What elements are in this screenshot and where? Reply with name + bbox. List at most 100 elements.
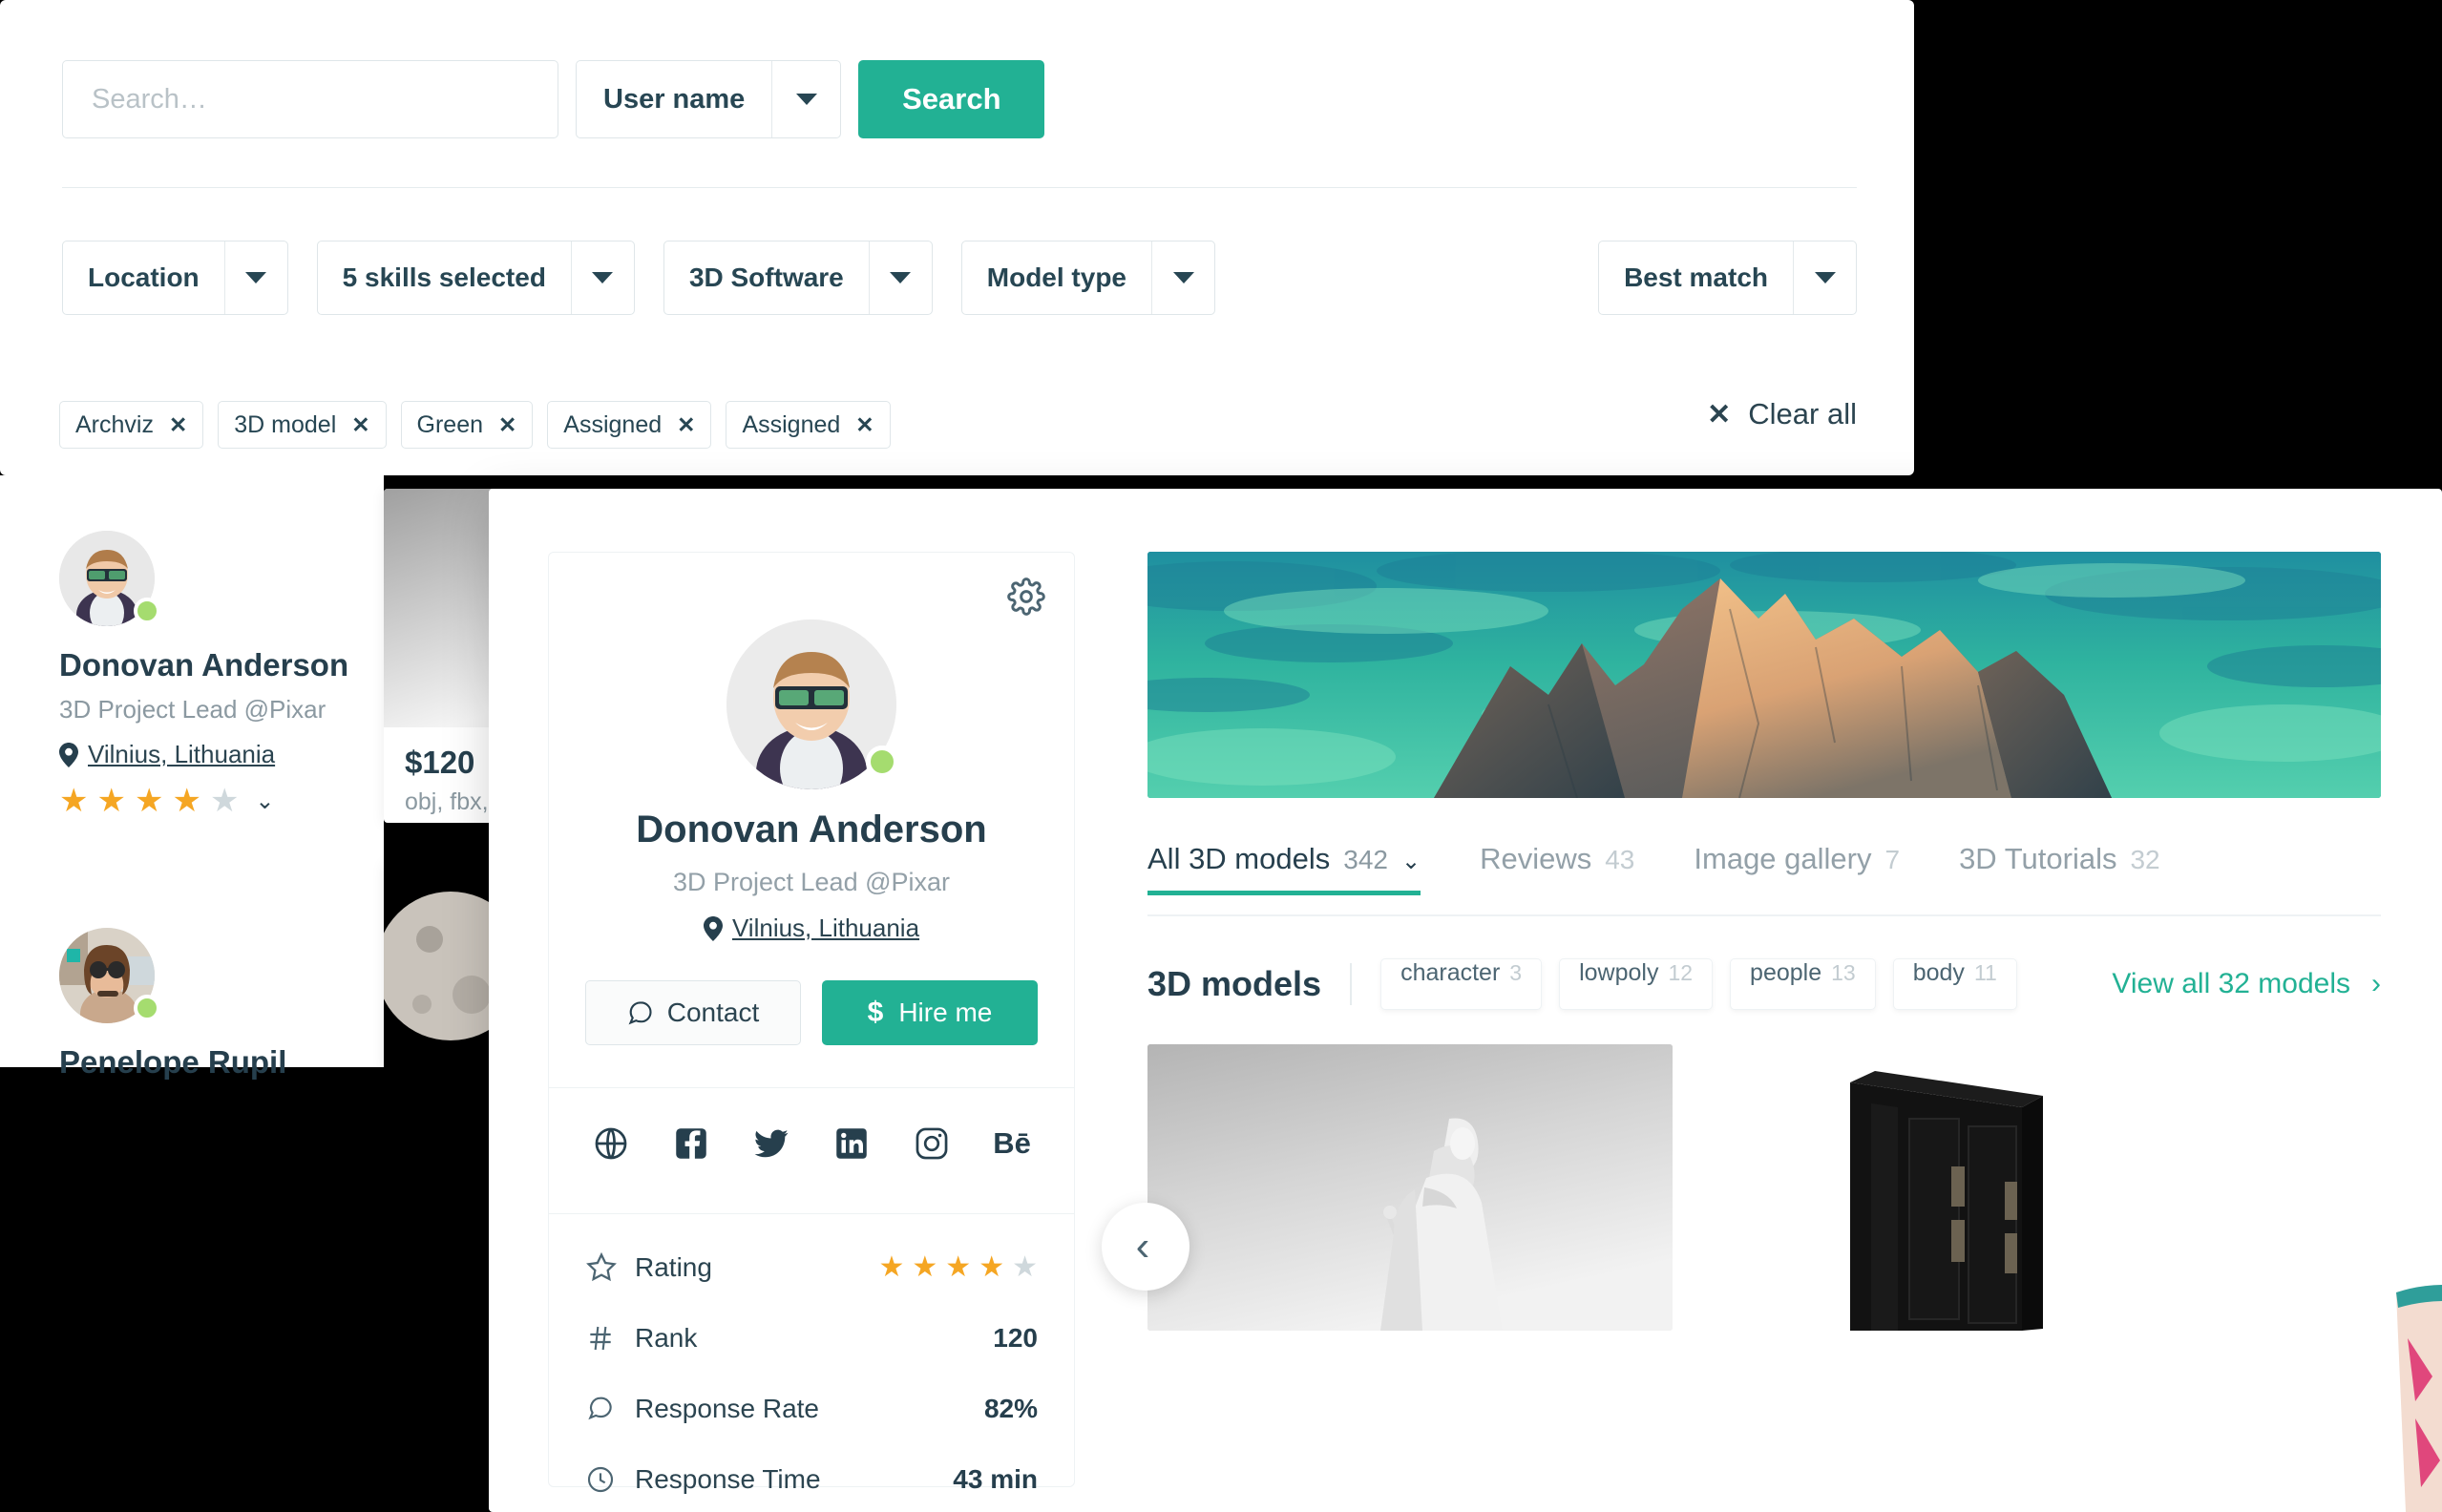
star-icon: ★ [172,783,201,819]
tab-reviews[interactable]: Reviews 43 [1480,842,1634,895]
stat-value: 43 min [953,1464,1038,1494]
result-location[interactable]: Vilnius, Lithuania [59,740,348,769]
linkedin-icon[interactable] [833,1125,870,1162]
stat-value: 82% [983,1394,1038,1423]
model-tag-body[interactable]: body 11 [1892,958,2017,1010]
profile-name: Donovan Anderson [636,808,987,850]
filter-chip[interactable]: Green ✕ [400,401,534,449]
tab-3d-tutorials[interactable]: 3D Tutorials 32 [1959,842,2160,895]
filter-chip[interactable]: Archviz ✕ [59,401,204,449]
filter-chip[interactable]: Assigned ✕ [726,401,891,449]
chevron-down-icon[interactable] [1151,242,1214,314]
tag-label: character [1400,959,1501,986]
chat-reply-icon [585,1394,635,1424]
tab-image-gallery[interactable]: Image gallery 7 [1694,842,1900,895]
tab-count: 7 [1884,845,1901,874]
chevron-down-icon[interactable] [570,242,634,314]
chevron-down-icon[interactable] [1793,242,1856,314]
star-outline-icon [585,1251,635,1284]
hire-me-button[interactable]: $ Hire me [822,980,1038,1045]
chat-bubble-icon [628,1001,652,1025]
filter-skills[interactable]: 5 skills selected [316,241,635,315]
online-status-dot [134,598,160,624]
chevron-down-icon[interactable]: ⌄ [1401,848,1421,875]
result-location-label: Vilnius, Lithuania [88,740,276,768]
clear-all-button[interactable]: ✕ Clear all [1707,397,1857,431]
result-card[interactable]: Penelope Rupil [59,928,286,1081]
close-icon[interactable]: ✕ [498,413,516,436]
tag-count: 12 [1668,960,1694,985]
hash-icon [585,1323,635,1354]
model-card-partial[interactable] [2387,1250,2442,1512]
filter-3d-software-label: 3D Software [688,262,844,292]
chevron-left-icon: ‹ [1135,1223,1150,1270]
chevron-down-icon[interactable] [223,242,287,314]
sort-label: Best match [1624,262,1768,292]
profile-location-label: Vilnius, Lithuania [731,914,920,942]
close-icon[interactable]: ✕ [351,413,369,436]
star-icon: ★ [945,1251,972,1283]
search-scope-select[interactable]: User name [576,60,842,138]
close-icon[interactable]: ✕ [169,413,187,436]
chevron-down-icon[interactable] [771,61,840,137]
avatar [59,928,160,1023]
divider [549,1213,1074,1214]
behance-icon[interactable]: Bē [993,1125,1031,1162]
stat-row-rating: Rating ★ ★ ★ ★ ★ [549,1232,1074,1303]
stat-row-response-rate: Response Rate 82% [549,1374,1074,1444]
star-icon: ★ [209,783,240,819]
models-section-header: 3D models character 3 lowpoly 12 people … [1147,958,2381,1010]
profile-location[interactable]: Vilnius, Lithuania [549,914,1074,943]
model-tag-people[interactable]: people 13 [1730,958,1876,1010]
model-tag-lowpoly[interactable]: lowpoly 12 [1559,958,1714,1010]
star-icon: ★ [134,783,164,819]
chip-label: Assigned [742,410,841,438]
panel-divider [62,187,1857,188]
stat-value: 120 [993,1323,1038,1353]
gear-icon[interactable] [1007,578,1045,616]
search-input[interactable] [62,60,558,138]
model-card[interactable] [1707,1044,2232,1331]
filter-location[interactable]: Location [62,241,288,315]
profile-detail-panel: Donovan Anderson 3D Project Lead @Pixar … [489,489,2442,1512]
search-filters-panel: User name Search Location 5 skills selec… [0,0,1914,475]
filter-chip[interactable]: Assigned ✕ [547,401,712,449]
close-icon[interactable]: ✕ [677,413,695,436]
result-rating[interactable]: ★ ★ ★ ★ ★ ⌄ [59,785,348,817]
model-tag-character[interactable]: character 3 [1380,958,1543,1010]
carousel-prev-button[interactable]: ‹ [1102,1203,1189,1291]
twitter-icon[interactable] [753,1125,789,1162]
tab-all-3d-models[interactable]: All 3D models 342 ⌄ [1147,842,1421,895]
search-button[interactable]: Search [858,60,1045,138]
chevron-down-icon[interactable] [868,242,932,314]
tag-count: 11 [1973,960,1997,985]
sort-select[interactable]: Best match [1598,241,1857,315]
tab-label: 3D Tutorials [1959,842,2117,875]
tab-label: Reviews [1480,842,1592,875]
stat-row-rank: Rank 120 [549,1303,1074,1374]
result-role: 3D Project Lead @Pixar [59,695,326,724]
tab-count: 43 [1605,845,1635,874]
tab-count: 32 [2130,845,2160,874]
location-pin-icon [703,915,723,941]
stat-label: Response Time [635,1464,821,1494]
chevron-right-icon: › [2371,968,2381,999]
filter-model-type[interactable]: Model type [960,241,1215,315]
star-icon: ★ [96,783,126,819]
view-all-models-link[interactable]: View all 32 models › [2112,968,2381,1000]
filter-chip[interactable]: 3D model ✕ [218,401,387,449]
contact-button[interactable]: Contact [585,980,801,1045]
result-card[interactable]: Donovan Anderson 3D Project Lead @Pixar … [59,531,348,817]
instagram-icon[interactable] [914,1125,950,1162]
clear-all-label: Clear all [1748,397,1857,430]
avatar [59,531,160,626]
globe-icon[interactable] [593,1125,629,1162]
close-icon[interactable]: ✕ [855,413,874,436]
model-card[interactable] [1147,1044,1673,1331]
tab-label: All 3D models [1147,842,1331,875]
facebook-icon[interactable] [673,1125,709,1162]
filter-3d-software[interactable]: 3D Software [663,241,933,315]
star-icon: ★ [979,1251,1005,1283]
chevron-down-icon[interactable]: ⌄ [255,788,274,815]
online-status-dot [134,995,160,1021]
